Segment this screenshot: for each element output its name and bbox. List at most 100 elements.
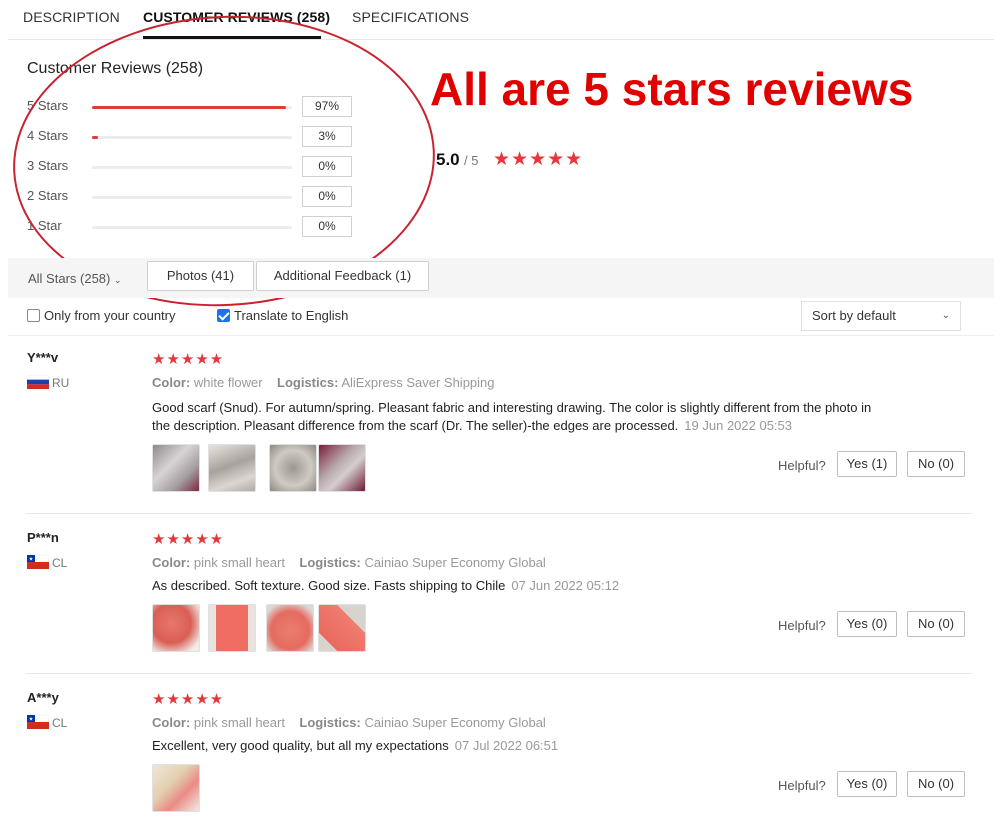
- review-date: 07 Jul 2022 06:51: [454, 738, 559, 753]
- logistics-label: Logistics:: [277, 375, 339, 390]
- translate-label: Translate to English: [234, 308, 349, 323]
- review-text: Excellent, very good quality, but all my…: [152, 738, 449, 753]
- reviewer-country: CL: [52, 716, 68, 730]
- helpful-yes-button[interactable]: Yes (0): [837, 611, 897, 637]
- helpful-label: Helpful?: [778, 618, 826, 633]
- logistics-value: Cainiao Super Economy Global: [364, 555, 546, 570]
- rating-bar-track: [92, 106, 292, 109]
- helpful-yes-button[interactable]: Yes (1): [837, 451, 897, 477]
- review-date: 07 Jun 2022 05:12: [511, 578, 620, 593]
- reviewer-country: CL: [52, 556, 68, 570]
- rating-row-4[interactable]: 4 Stars 3%: [27, 126, 357, 148]
- review-photo-thumbnail[interactable]: [152, 444, 200, 492]
- helpful-yes-button[interactable]: Yes (0): [837, 771, 897, 797]
- review-photo-thumbnail[interactable]: [208, 444, 256, 492]
- rating-percent: 0%: [302, 156, 352, 177]
- average-star-icons: ★★★★★: [493, 149, 584, 170]
- review-divider: [26, 513, 972, 514]
- helpful-label: Helpful?: [778, 778, 826, 793]
- translate-checkbox[interactable]: Translate to English: [217, 308, 348, 323]
- rating-percent: 0%: [302, 186, 352, 207]
- review-tabs: DESCRIPTION CUSTOMER REVIEWS (258) SPECI…: [8, 0, 994, 40]
- rating-percent: 97%: [302, 96, 352, 117]
- russia-flag-icon: [27, 375, 49, 389]
- tab-specifications[interactable]: SPECIFICATIONS: [352, 9, 469, 25]
- rating-row-2[interactable]: 2 Stars 0%: [27, 186, 357, 208]
- rating-label: 5 Stars: [27, 98, 69, 113]
- logistics-label: Logistics:: [299, 555, 361, 570]
- review-meta: Color: pink small heart Logistics: Caini…: [152, 715, 546, 730]
- average-rating-scale: / 5: [464, 153, 479, 168]
- additional-feedback-button[interactable]: Additional Feedback (1): [256, 261, 429, 291]
- review-meta: Color: pink small heart Logistics: Caini…: [152, 555, 546, 570]
- annotation-text: All are 5 stars reviews: [430, 63, 914, 115]
- review-item: P***n ★ CL ★★★★★ Color: pink small heart…: [8, 530, 972, 674]
- review-photo-thumbnail[interactable]: [152, 764, 200, 812]
- chevron-down-icon: ⌄: [114, 275, 122, 285]
- review-star-icons: ★★★★★: [152, 691, 225, 708]
- rating-label: 2 Stars: [27, 188, 69, 203]
- review-photo-thumbnail[interactable]: [318, 604, 366, 652]
- review-divider: [26, 673, 972, 674]
- rating-percent: 0%: [302, 216, 352, 237]
- review-meta: Color: white flower Logistics: AliExpres…: [152, 375, 495, 390]
- review-photo-thumbnail[interactable]: [208, 604, 256, 652]
- rating-percent: 3%: [302, 126, 352, 147]
- reviewer-name: P***n: [27, 530, 59, 545]
- review-text-block: Excellent, very good quality, but all my…: [152, 737, 872, 755]
- rating-label: 3 Stars: [27, 158, 69, 173]
- tab-customer-reviews[interactable]: CUSTOMER REVIEWS (258): [143, 9, 330, 25]
- photos-filter-button[interactable]: Photos (41): [147, 261, 254, 291]
- svg-text:★: ★: [29, 717, 34, 723]
- rating-bar-fill: [92, 106, 286, 109]
- all-stars-dropdown[interactable]: All Stars (258) ⌄: [28, 271, 122, 286]
- tab-description[interactable]: DESCRIPTION: [23, 9, 120, 25]
- svg-text:★: ★: [29, 557, 34, 563]
- active-tab-underline: [143, 36, 321, 39]
- reviews-summary-title: Customer Reviews (258): [27, 60, 204, 77]
- review-item: Y***v RU ★★★★★ Color: white flower Logis…: [8, 350, 972, 514]
- review-star-icons: ★★★★★: [152, 531, 225, 548]
- helpful-no-button[interactable]: No (0): [907, 771, 965, 797]
- reviewer-name: Y***v: [27, 350, 59, 365]
- reviewer-name: A***y: [27, 690, 59, 705]
- color-value: white flower: [193, 375, 263, 390]
- all-stars-label: All Stars (258): [28, 271, 111, 286]
- average-rating: 5.0: [436, 150, 460, 169]
- checkbox-unchecked-icon: [27, 309, 40, 322]
- review-date: 19 Jun 2022 05:53: [684, 418, 793, 433]
- only-country-checkbox[interactable]: Only from your country: [27, 308, 176, 323]
- rating-label: 1 Star: [27, 218, 62, 233]
- review-text-block: Good scarf (Snud). For autumn/spring. Pl…: [152, 399, 872, 435]
- rating-bar-track: [92, 136, 292, 139]
- rating-row-3[interactable]: 3 Stars 0%: [27, 156, 357, 178]
- rating-label: 4 Stars: [27, 128, 69, 143]
- reviewer-country: RU: [52, 376, 70, 390]
- color-value: pink small heart: [193, 715, 285, 730]
- logistics-label: Logistics:: [299, 715, 361, 730]
- helpful-no-button[interactable]: No (0): [907, 451, 965, 477]
- rating-bar-track: [92, 196, 292, 199]
- color-value: pink small heart: [193, 555, 285, 570]
- sort-dropdown[interactable]: Sort by default ⌄: [801, 301, 961, 331]
- review-item: A***y ★ CL ★★★★★ Color: pink small heart…: [8, 690, 972, 833]
- review-photo-thumbnail[interactable]: [269, 444, 317, 492]
- review-photo-thumbnail[interactable]: [318, 444, 366, 492]
- helpful-no-button[interactable]: No (0): [907, 611, 965, 637]
- only-country-label: Only from your country: [44, 308, 176, 323]
- review-photo-thumbnail[interactable]: [152, 604, 200, 652]
- chile-flag-icon: ★: [27, 715, 49, 729]
- review-photo-thumbnail[interactable]: [266, 604, 314, 652]
- review-text: As described. Soft texture. Good size. F…: [152, 578, 506, 593]
- helpful-label: Helpful?: [778, 458, 826, 473]
- color-label: Color:: [152, 715, 191, 730]
- rating-row-5[interactable]: 5 Stars 97%: [27, 96, 357, 118]
- rating-row-1[interactable]: 1 Star 0%: [27, 216, 357, 238]
- review-text-block: As described. Soft texture. Good size. F…: [152, 577, 872, 595]
- filter-bar: All Stars (258) ⌄ Photos (41) Additional…: [8, 258, 994, 298]
- sort-label: Sort by default: [812, 308, 896, 323]
- rating-bar-track: [92, 226, 292, 229]
- checkbox-checked-icon: [217, 309, 230, 322]
- logistics-value: Cainiao Super Economy Global: [364, 715, 546, 730]
- color-label: Color:: [152, 555, 191, 570]
